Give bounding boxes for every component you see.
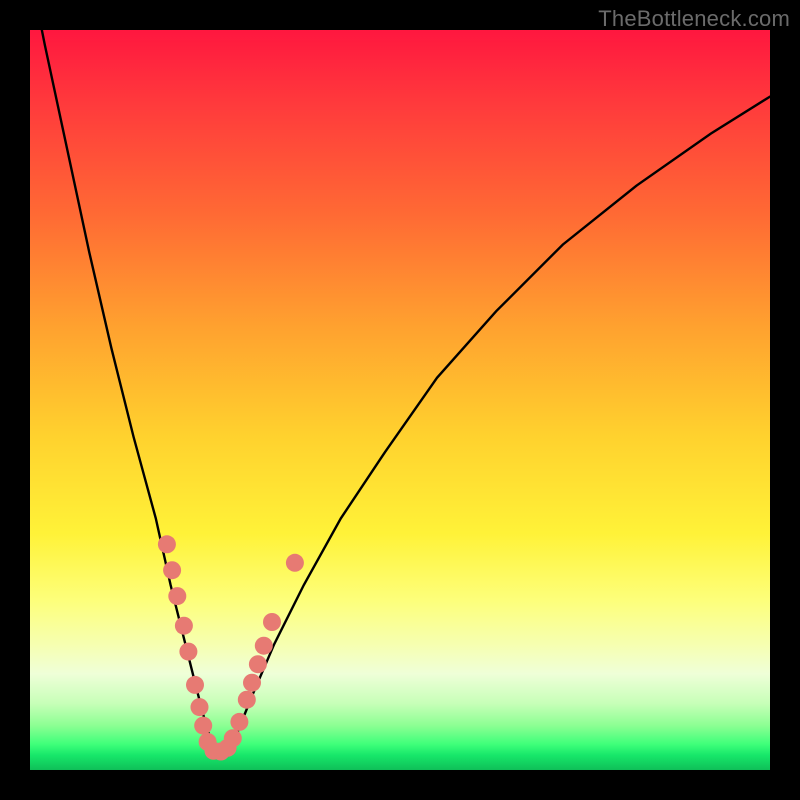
curve-marker — [243, 674, 261, 692]
chart-frame: TheBottleneck.com — [0, 0, 800, 800]
curve-marker — [263, 613, 281, 631]
curve-marker — [158, 535, 176, 553]
curve-marker — [286, 554, 304, 572]
curve-marker — [255, 637, 273, 655]
curve-marker — [186, 676, 204, 694]
curve-markers — [158, 535, 304, 760]
curve-marker — [230, 713, 248, 731]
bottleneck-curve — [30, 0, 770, 752]
chart-svg — [30, 30, 770, 770]
plot-area — [30, 30, 770, 770]
curve-marker — [238, 691, 256, 709]
curve-marker — [179, 643, 197, 661]
watermark-text: TheBottleneck.com — [598, 6, 790, 32]
curve-marker — [224, 729, 242, 747]
curve-marker — [168, 587, 186, 605]
curve-marker — [175, 617, 193, 635]
curve-marker — [249, 655, 267, 673]
curve-marker — [191, 698, 209, 716]
curve-marker — [194, 717, 212, 735]
curve-marker — [163, 561, 181, 579]
